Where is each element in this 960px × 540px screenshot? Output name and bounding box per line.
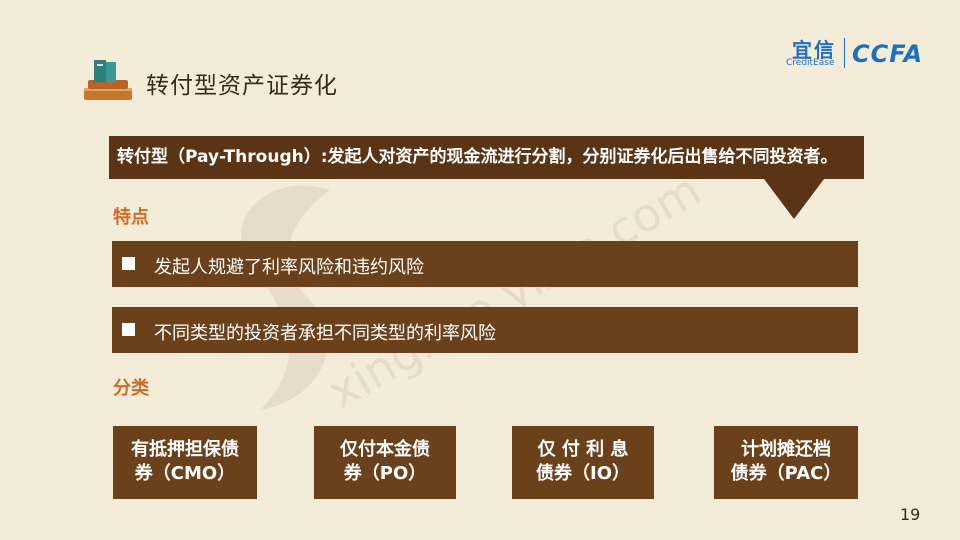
logo-divider: [844, 38, 845, 68]
square-bullet-icon: [122, 257, 135, 270]
slide-title: 转付型资产证券化: [146, 73, 338, 99]
feature-item: 不同类型的投资者承担不同类型的利率风险: [112, 307, 858, 353]
feature-text: 不同类型的投资者承担不同类型的利率风险: [154, 323, 496, 344]
category-pac: 计划摊还档 债券（PAC）: [714, 426, 858, 499]
books-icon: [84, 60, 132, 100]
features-heading: 特点: [113, 207, 149, 228]
watermark-text: xinghuo.yixin.com: [319, 162, 710, 419]
company-logo: 宜信 CreditEase CCFA: [786, 34, 936, 72]
category-line1: 计划摊还档: [741, 439, 831, 460]
category-line2: 券（PO）: [343, 463, 427, 484]
page-number: 19: [900, 505, 921, 524]
square-bullet-icon: [122, 323, 135, 336]
category-line1: 仅付本金债: [340, 439, 430, 460]
feature-item: 发起人规避了利率风险和违约风险: [112, 241, 858, 287]
category-line2: 债券（IO）: [536, 463, 630, 484]
category-line1: 有抵押担保债: [131, 439, 239, 460]
category-line2: 债券（PAC）: [730, 463, 842, 484]
category-io: 仅 付 利 息 债券（IO）: [512, 426, 654, 499]
definition-callout-arrow: [764, 179, 824, 219]
definition-box: 转付型（Pay-Through）:发起人对资产的现金流进行分割，分别证券化后出售…: [109, 136, 864, 179]
category-po: 仅付本金债 券（PO）: [314, 426, 456, 499]
categories-heading: 分类: [113, 378, 149, 399]
logo-en: CreditEase: [786, 58, 835, 68]
feature-text: 发起人规避了利率风险和违约风险: [154, 257, 424, 278]
category-line2: 券（CMO）: [134, 463, 236, 484]
category-cmo: 有抵押担保债 券（CMO）: [113, 426, 257, 499]
category-line1: 仅 付 利 息: [537, 439, 629, 460]
logo-ccfa: CCFA: [852, 40, 924, 68]
